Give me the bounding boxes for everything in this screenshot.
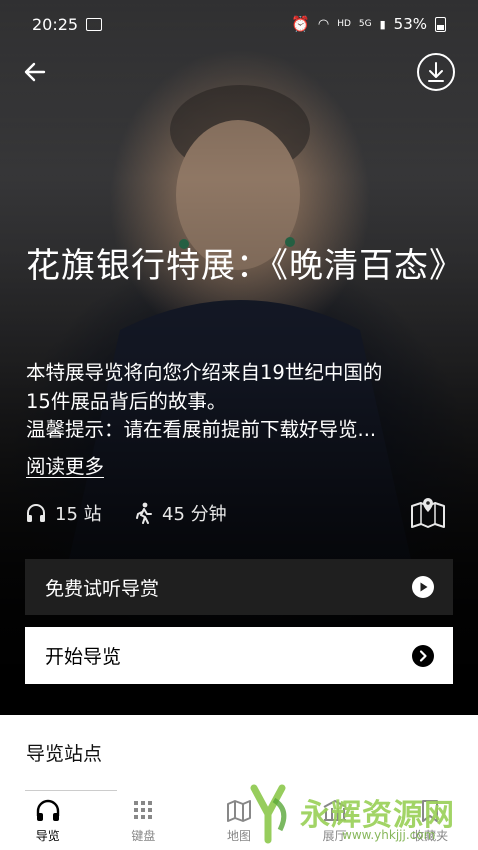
map-pin-icon	[411, 498, 445, 528]
tab-tour[interactable]: 导览	[0, 786, 96, 850]
start-tour-label: 开始导览	[45, 646, 122, 668]
duration: 45 分钟	[134, 500, 227, 526]
keypad-icon	[134, 801, 153, 819]
stops-count: 15 站	[25, 500, 102, 526]
section-title: 导览站点	[26, 743, 103, 765]
signal-type: 5G	[358, 19, 372, 29]
status-time: 20:25	[32, 15, 79, 34]
watermark-url: www.yhkjjj.com	[342, 828, 436, 842]
signal-icon: ▮	[379, 17, 386, 31]
read-more-link[interactable]: 阅读更多	[26, 450, 104, 479]
network-type: HD	[337, 19, 351, 29]
battery-percent: 53%	[393, 15, 427, 33]
map-button[interactable]	[409, 494, 447, 530]
description-line: 本特展导览将向您介绍来自19世纪中国的	[26, 361, 383, 384]
alarm-icon: ⏰	[291, 15, 310, 33]
back-button[interactable]	[20, 56, 52, 88]
duration-label: 45 分钟	[162, 504, 227, 525]
tab-label: 导览	[35, 829, 60, 843]
battery-icon	[435, 16, 446, 32]
wifi-icon: ◠	[317, 16, 330, 32]
gallery-notification-icon	[86, 18, 102, 31]
start-tour-button[interactable]: 开始导览	[25, 627, 453, 684]
status-bar: 20:25 ⏰ ◠ HD 5G ▮ 53%	[0, 0, 478, 50]
free-trial-button[interactable]: 免费试听导赏	[25, 559, 453, 615]
headphones-icon	[36, 799, 59, 821]
tab-label: 键盘	[131, 829, 156, 843]
headphones-icon	[27, 504, 45, 522]
download-button[interactable]	[416, 52, 456, 92]
stops-label: 15 站	[55, 504, 102, 525]
exhibit-description: 本特展导览将向您介绍来自19世纪中国的 15件展品背后的故事。 温馨提示：请在看…	[26, 359, 456, 445]
free-trial-label: 免费试听导赏	[45, 577, 160, 600]
play-icon	[412, 576, 434, 598]
walking-icon	[136, 502, 152, 524]
arrow-left-icon	[24, 62, 46, 82]
download-icon	[417, 53, 455, 91]
description-line: 温馨提示：请在看展前提前下载好导览...	[26, 418, 377, 441]
arrow-right-icon	[412, 644, 434, 667]
exhibit-title: 花旗银行特展：《晚清百态》	[26, 246, 464, 286]
description-line: 15件展品背后的故事。	[26, 389, 227, 413]
tab-keypad[interactable]: 键盘	[96, 786, 192, 850]
